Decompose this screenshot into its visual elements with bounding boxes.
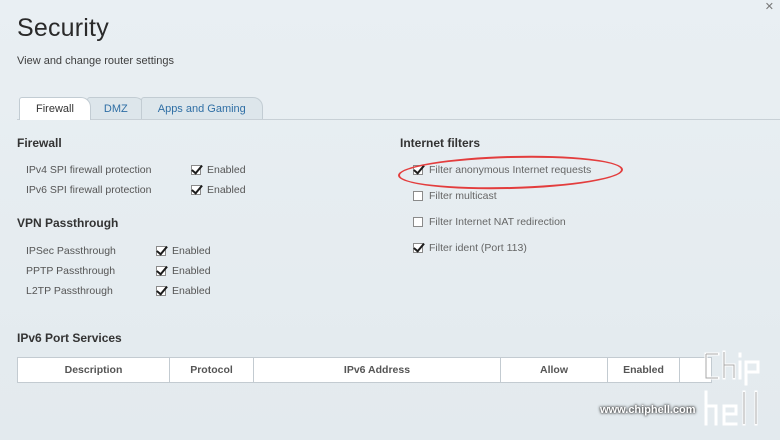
- pptp-checkbox-group[interactable]: Enabled: [156, 265, 211, 277]
- tab-bar: Firewall DMZ Apps and Gaming: [19, 97, 263, 120]
- l2tp-value: Enabled: [172, 285, 211, 297]
- l2tp-checkbox-group[interactable]: Enabled: [156, 285, 211, 297]
- ipv6-port-services-table-header: Description Protocol IPv6 Address Allow …: [17, 357, 712, 383]
- filter-nat-redirection-checkbox[interactable]: [413, 217, 423, 227]
- ipv6-spi-label: IPv6 SPI firewall protection: [26, 184, 152, 196]
- page-subtitle: View and change router settings: [17, 55, 174, 67]
- filter-nat-redirection-group[interactable]: Filter Internet NAT redirection: [413, 216, 566, 228]
- close-icon[interactable]: ✕: [765, 0, 774, 13]
- ipsec-checkbox[interactable]: [156, 246, 166, 256]
- filter-multicast-label: Filter multicast: [429, 190, 497, 202]
- pptp-label: PPTP Passthrough: [26, 265, 116, 277]
- column-description: Description: [18, 358, 170, 382]
- filter-multicast-group[interactable]: Filter multicast: [413, 190, 497, 202]
- tab-firewall[interactable]: Firewall: [19, 97, 91, 120]
- ipv6-spi-checkbox-group[interactable]: Enabled: [191, 184, 246, 196]
- firewall-section-title: Firewall: [17, 136, 62, 150]
- l2tp-checkbox[interactable]: [156, 286, 166, 296]
- annotation-circle: [397, 153, 624, 192]
- internet-filters-title: Internet filters: [400, 136, 481, 150]
- ipsec-checkbox-group[interactable]: Enabled: [156, 245, 211, 257]
- tab-dmz[interactable]: DMZ: [86, 97, 145, 120]
- ipv4-spi-value: Enabled: [207, 164, 246, 176]
- pptp-value: Enabled: [172, 265, 211, 277]
- filter-ident-checkbox[interactable]: [413, 243, 423, 253]
- filter-multicast-checkbox[interactable]: [413, 191, 423, 201]
- column-enabled: Enabled: [608, 358, 680, 382]
- l2tp-label: L2TP Passthrough: [26, 285, 113, 297]
- column-allow: Allow: [501, 358, 608, 382]
- ipv6-port-services-title: IPv6 Port Services: [17, 331, 122, 345]
- page-title: Security: [17, 14, 109, 42]
- pptp-checkbox[interactable]: [156, 266, 166, 276]
- tab-divider: [17, 119, 780, 120]
- ipsec-value: Enabled: [172, 245, 211, 257]
- filter-ident-group[interactable]: Filter ident (Port 113): [413, 242, 527, 254]
- chiphell-logo: [704, 350, 760, 426]
- ipv6-spi-checkbox[interactable]: [191, 185, 201, 195]
- tab-apps-and-gaming[interactable]: Apps and Gaming: [140, 97, 263, 120]
- ipv6-spi-value: Enabled: [207, 184, 246, 196]
- ipv4-spi-checkbox-group[interactable]: Enabled: [191, 164, 246, 176]
- ipsec-label: IPSec Passthrough: [26, 245, 116, 257]
- filter-ident-label: Filter ident (Port 113): [429, 242, 527, 254]
- ipv4-spi-checkbox[interactable]: [191, 165, 201, 175]
- column-ipv6-address: IPv6 Address: [254, 358, 501, 382]
- watermark-url: www.chiphell.com: [600, 404, 696, 416]
- vpn-section-title: VPN Passthrough: [17, 216, 119, 230]
- filter-nat-redirection-label: Filter Internet NAT redirection: [429, 216, 566, 228]
- column-protocol: Protocol: [170, 358, 254, 382]
- ipv4-spi-label: IPv4 SPI firewall protection: [26, 164, 152, 176]
